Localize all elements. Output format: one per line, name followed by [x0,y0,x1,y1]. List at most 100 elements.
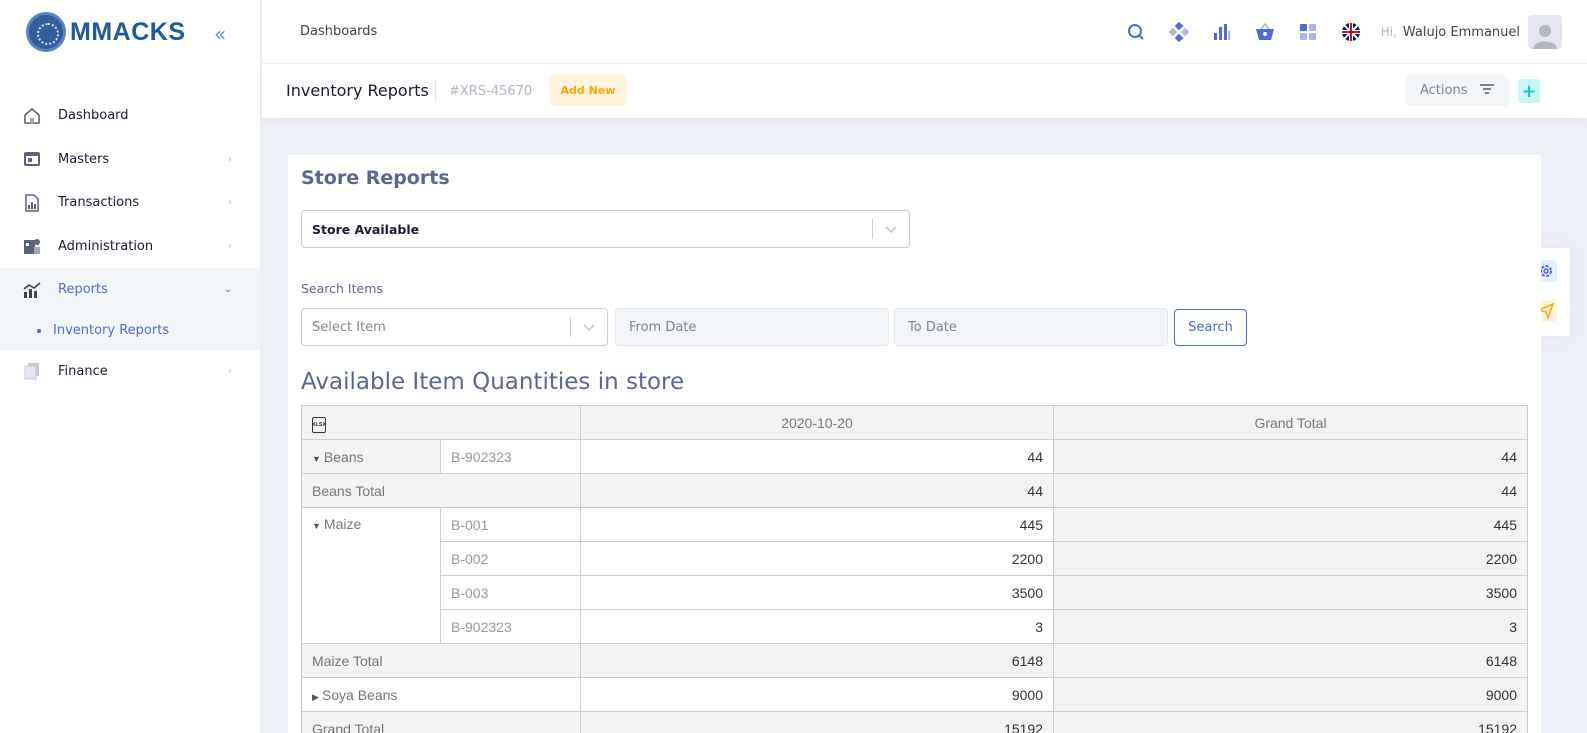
table-row: ▶ Soya Beans 9000 9000 [301,677,1528,712]
value-cell: 3 [580,609,1054,644]
table-row: B-902323 3 3 [302,609,1528,644]
table-header-row: XLSX 2020-10-20 Grand Total [301,405,1528,440]
sidebar-subitem-inventory-reports[interactable]: Inventory Reports [0,311,260,350]
item-code-cell: B-001 [440,507,581,542]
sidebar-nav: Dashboard Masters › Transactions › Admin… [0,94,260,393]
search-button[interactable]: Search [1174,309,1247,346]
total-cell: 2200 [1053,541,1528,576]
sidebar-item-label: Reports [58,282,108,298]
subtotal-label: Maize Total [301,643,581,678]
select-separator [570,317,571,337]
divider [435,80,436,102]
subheader: Inventory Reports #XRS-45670 Add New Act… [262,64,1587,118]
value-cell: 15192 [580,711,1054,733]
item-select-placeholder: Select Item [312,320,386,335]
item-code-cell: B-902323 [440,609,581,644]
add-file-button[interactable]: + [1518,79,1540,103]
total-cell: 3 [1053,609,1528,644]
admin-icon [22,237,42,255]
group-label: Beans [323,448,364,465]
sidebar-item-label: Masters [58,151,110,167]
value-cell: 9000 [580,677,1054,712]
table-row: B-002 2200 2200 [302,541,1528,576]
uk-flag-icon[interactable] [1330,0,1373,64]
section-title: Available Item Quantities in store [301,369,685,395]
collapse-sidebar-icon[interactable]: « [214,22,226,46]
from-date-input[interactable] [615,308,889,346]
value-cell: 3500 [580,575,1054,610]
to-date-input[interactable] [894,308,1168,346]
total-cell: 445 [1053,507,1528,542]
total-cell: 3500 [1053,575,1528,610]
subtotal-label: Beans Total [301,473,581,508]
grid-icon[interactable] [1287,0,1330,64]
actions-button[interactable]: Actions [1406,75,1509,106]
row-group-maize[interactable]: ▼ Maize [301,507,441,644]
chevron-right-icon: › [228,197,232,209]
search-icon[interactable] [1115,0,1158,64]
total-cell: 6148 [1053,643,1528,678]
total-cell: 44 [1053,473,1528,508]
row-group-beans[interactable]: ▼ Beans [301,439,441,474]
add-new-button[interactable]: Add New [549,75,627,106]
breadcrumb[interactable]: Dashboards [300,24,377,39]
store-select-value: Store Available [312,222,420,237]
chevron-right-icon: › [228,240,232,252]
select-separator [872,219,873,239]
user-name[interactable]: Walujo Emmanuel [1403,25,1520,40]
page-code: #XRS-45670 [449,84,533,99]
value-cell: 2200 [580,541,1054,576]
sidebar-item-dashboard[interactable]: Dashboard [0,94,260,138]
search-items-label: Search Items [301,281,383,296]
caret-down-icon[interactable]: ▼ [312,521,321,531]
item-code-cell: B-002 [440,541,581,576]
sidebar-item-reports[interactable]: Reports ⌄ [0,268,260,312]
caret-right-icon[interactable]: ▶ [312,692,319,702]
page-title: Inventory Reports [286,81,429,100]
table-row: Beans Total 44 44 [301,473,1528,508]
caret-down-icon[interactable]: ▼ [312,454,321,464]
brand-name: MMACKS [70,17,186,46]
bullet-icon [37,328,41,333]
table-row: B-003 3500 3500 [302,575,1528,610]
table-row: Grand Total 15192 15192 [301,711,1528,733]
sidebar-item-label: Dashboard [58,108,129,124]
chevron-down-icon: ⌄ [223,284,232,296]
table-row: ▼ Beans B-902323 44 44 [301,439,1528,474]
diamond-icon[interactable] [1158,0,1201,64]
value-cell: 6148 [580,643,1054,678]
sidebar-item-masters[interactable]: Masters › [0,138,260,182]
chevron-down-icon [582,319,596,333]
store-reports-card: Store Reports Store Available Search Ite… [288,155,1541,733]
value-cell: 445 [580,507,1054,542]
xlsx-export-icon[interactable]: XLSX [312,416,326,433]
sidebar-item-label: Administration [58,238,154,254]
bar-chart-icon[interactable] [1201,0,1244,64]
item-select[interactable]: Select Item [301,308,608,346]
column-header-grand-total: Grand Total [1053,405,1528,440]
sidebar-item-administration[interactable]: Administration › [0,225,260,269]
home-icon [22,107,42,125]
sidebar-item-label: Transactions [58,195,140,211]
avatar[interactable] [1528,15,1562,49]
group-label: Maize [323,516,362,532]
chevron-right-icon: › [228,365,232,377]
store-select[interactable]: Store Available [301,210,910,248]
sidebar-item-transactions[interactable]: Transactions › [0,181,260,225]
cart-icon[interactable] [1244,0,1287,64]
logo-seal-icon [26,12,66,52]
export-cell: XLSX [301,405,581,440]
sidebar-item-finance[interactable]: Finance › [0,350,260,394]
chart-icon [22,281,42,299]
total-cell: 44 [1053,439,1528,474]
files-icon [22,362,42,380]
value-cell: 44 [580,439,1054,474]
table-row: ▼ Maize B-001 445 445 [301,507,1528,644]
column-header-date: 2020-10-20 [580,405,1054,440]
card-title: Store Reports [301,167,450,189]
total-cell: 15192 [1053,711,1528,733]
greeting-text: Hi, [1380,25,1397,39]
total-cell: 9000 [1053,677,1528,712]
sidebar-subitem-label: Inventory Reports [53,323,170,338]
row-group-soya-beans[interactable]: ▶ Soya Beans [301,677,581,712]
